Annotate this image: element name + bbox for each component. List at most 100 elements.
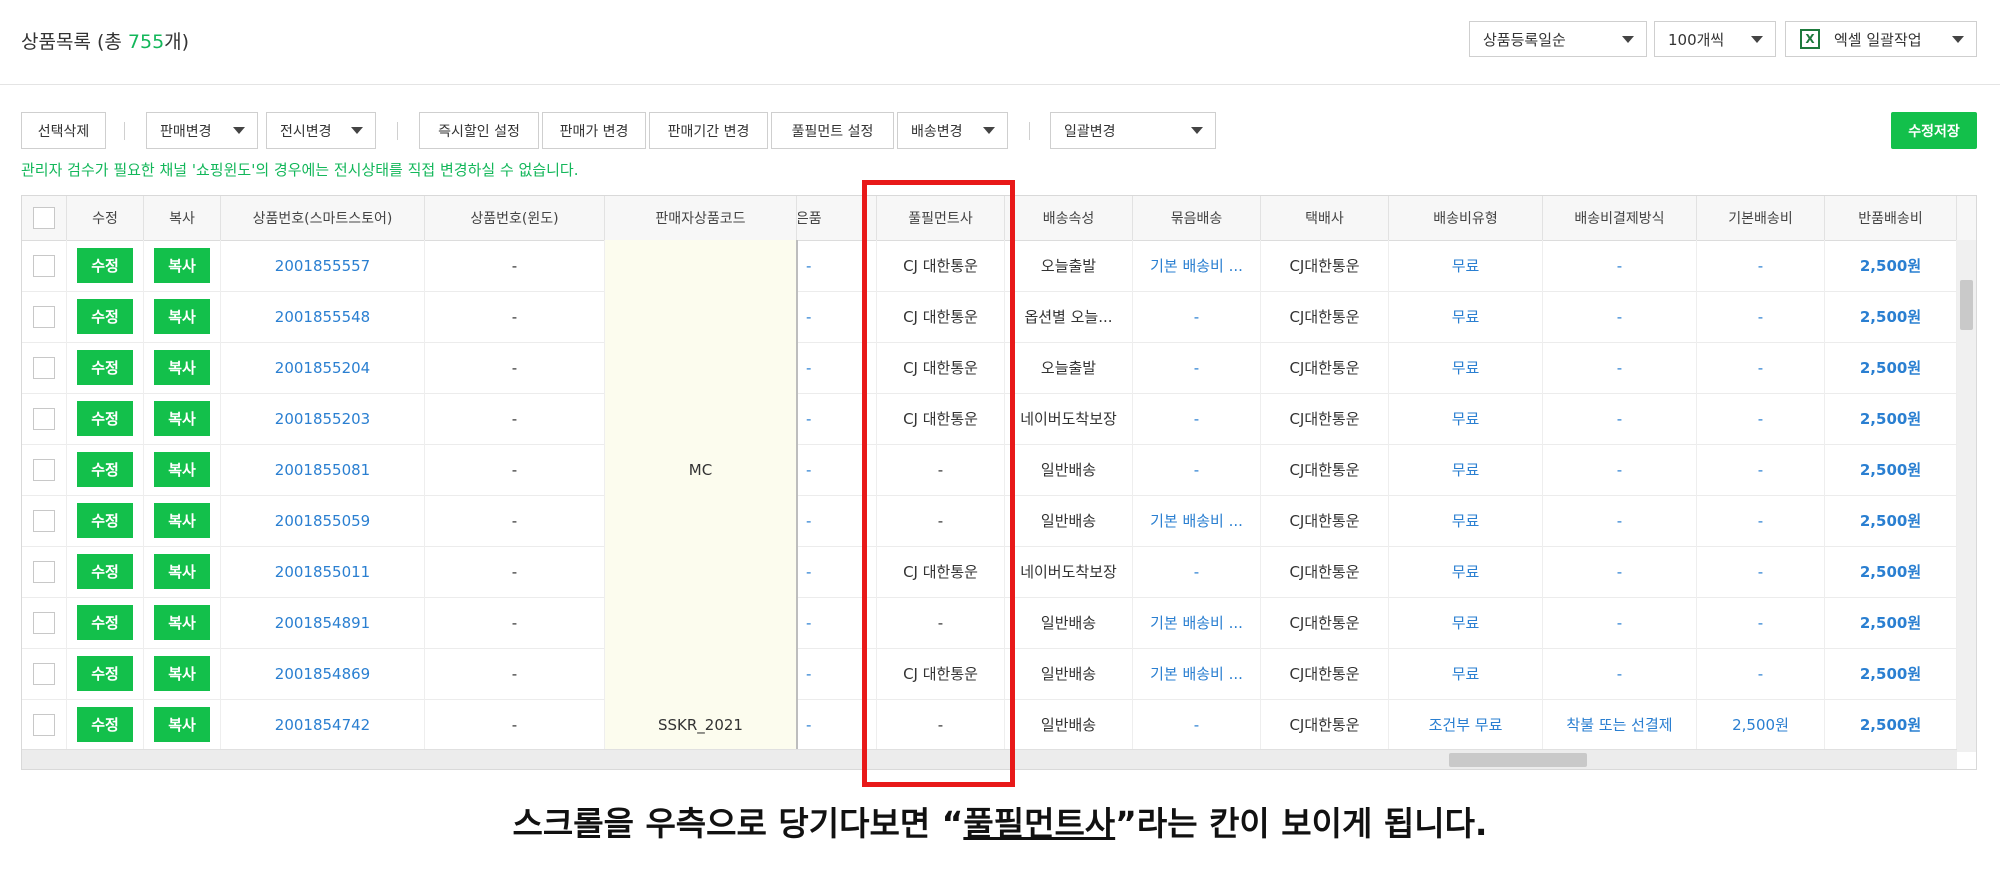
shipping-fee-type-link[interactable]: 무료 (1389, 393, 1543, 444)
copy-button[interactable]: 복사 (154, 707, 210, 742)
edit-button[interactable]: 수정 (77, 350, 133, 385)
frozen-column-divider (796, 240, 798, 752)
copy-button[interactable]: 복사 (154, 350, 210, 385)
col-product-no-smartstore[interactable]: 상품번호(스마트스토어) (221, 196, 425, 240)
bundle-shipping-link[interactable]: 기본 배송비 ... (1133, 597, 1261, 648)
base-fee-link[interactable]: 2,500원 (1697, 699, 1825, 750)
row-checkbox[interactable] (33, 356, 55, 379)
edit-button[interactable]: 수정 (77, 503, 133, 538)
col-base-fee[interactable]: 기본배송비 (1697, 196, 1825, 240)
bundle-shipping-link[interactable]: 기본 배송비 ... (1133, 495, 1261, 546)
return-fee-link[interactable]: 2,500원 (1825, 648, 1957, 699)
return-fee-link[interactable]: 2,500원 (1825, 699, 1957, 750)
shipping-fee-type-link[interactable]: 무료 (1389, 495, 1543, 546)
edit-button[interactable]: 수정 (77, 452, 133, 487)
col-courier[interactable]: 택배사 (1261, 196, 1389, 240)
copy-button[interactable]: 복사 (154, 605, 210, 640)
return-fee-link[interactable]: 2,500원 (1825, 597, 1957, 648)
excel-bulk-select[interactable]: X 엑셀 일괄작업 (1785, 21, 1977, 57)
col-seller-code[interactable]: 판매자상품코드 (605, 196, 797, 240)
row-checkbox[interactable] (33, 713, 55, 736)
copy-button[interactable]: 복사 (154, 554, 210, 589)
return-fee-link[interactable]: 2,500원 (1825, 291, 1957, 342)
vertical-scrollbar[interactable] (1957, 240, 1976, 752)
bulk-change-dropdown[interactable]: 일괄변경 (1050, 112, 1216, 149)
change-display-dropdown[interactable]: 전시변경 (266, 112, 376, 149)
shipping-fee-type-link[interactable]: 무료 (1389, 648, 1543, 699)
edit-button[interactable]: 수정 (77, 554, 133, 589)
edit-button[interactable]: 수정 (77, 605, 133, 640)
shipping-fee-type-link[interactable]: 무료 (1389, 291, 1543, 342)
product-no-link[interactable]: 2001855204 (221, 342, 425, 393)
product-no-link[interactable]: 2001854869 (221, 648, 425, 699)
return-fee-link[interactable]: 2,500원 (1825, 240, 1957, 291)
notice-text: 관리자 검수가 필요한 채널 '쇼핑윈도'의 경우에는 전시상태를 직접 변경하… (21, 161, 579, 179)
row-checkbox[interactable] (33, 662, 55, 685)
vertical-scroll-thumb[interactable] (1960, 280, 1973, 330)
return-fee-link[interactable]: 2,500원 (1825, 444, 1957, 495)
product-no-link[interactable]: 2001855557 (221, 240, 425, 291)
select-all-checkbox[interactable] (33, 207, 55, 229)
edit-button[interactable]: 수정 (77, 401, 133, 436)
edit-button[interactable]: 수정 (77, 299, 133, 334)
col-product-no-window[interactable]: 상품번호(윈도) (425, 196, 605, 240)
instant-discount-button[interactable]: 즉시할인 설정 (419, 112, 539, 149)
product-no-link[interactable]: 2001855203 (221, 393, 425, 444)
col-shipping-payment[interactable]: 배송비결제방식 (1543, 196, 1697, 240)
delete-selected-button[interactable]: 선택삭제 (21, 112, 106, 149)
copy-button[interactable]: 복사 (154, 299, 210, 334)
shipping-fee-type-link[interactable]: 무료 (1389, 444, 1543, 495)
bundle-shipping-link[interactable]: 기본 배송비 ... (1133, 648, 1261, 699)
shipping-payment-link[interactable]: 착불 또는 선결제 (1543, 699, 1697, 750)
save-changes-button[interactable]: 수정저장 (1891, 112, 1977, 149)
row-checkbox[interactable] (33, 254, 55, 277)
col-bundle-shipping[interactable]: 묶음배송 (1133, 196, 1261, 240)
change-shipping-dropdown[interactable]: 배송변경 (897, 112, 1008, 149)
col-shipping-attr[interactable]: 배송속성 (1005, 196, 1133, 240)
horizontal-scroll-thumb[interactable] (1449, 753, 1587, 767)
shipping-attr-cell: 네이버도착보장 (1005, 546, 1133, 597)
return-fee-link[interactable]: 2,500원 (1825, 393, 1957, 444)
window-no-cell: - (425, 291, 605, 342)
fulfillment-setting-button[interactable]: 풀필먼트 설정 (771, 112, 894, 149)
shipping-fee-type-link[interactable]: 무료 (1389, 240, 1543, 291)
shipping-attr-cell: 네이버도착보장 (1005, 393, 1133, 444)
window-no-cell: - (425, 546, 605, 597)
edit-button[interactable]: 수정 (77, 707, 133, 742)
return-fee-link[interactable]: 2,500원 (1825, 342, 1957, 393)
product-no-link[interactable]: 2001854742 (221, 699, 425, 750)
shipping-fee-type-link[interactable]: 무료 (1389, 597, 1543, 648)
product-no-link[interactable]: 2001855081 (221, 444, 425, 495)
chevron-down-icon (1751, 36, 1763, 43)
product-no-link[interactable]: 2001855011 (221, 546, 425, 597)
return-fee-link[interactable]: 2,500원 (1825, 546, 1957, 597)
product-no-link[interactable]: 2001855548 (221, 291, 425, 342)
copy-button[interactable]: 복사 (154, 401, 210, 436)
col-return-fee[interactable]: 반품배송비 (1825, 196, 1957, 240)
sort-select[interactable]: 상품등록일순 (1469, 21, 1647, 57)
product-no-link[interactable]: 2001854891 (221, 597, 425, 648)
product-no-link[interactable]: 2001855059 (221, 495, 425, 546)
copy-button[interactable]: 복사 (154, 656, 210, 691)
edit-button[interactable]: 수정 (77, 656, 133, 691)
change-period-button[interactable]: 판매기간 변경 (649, 112, 768, 149)
row-checkbox[interactable] (33, 407, 55, 430)
page-size-select[interactable]: 100개씩 (1654, 21, 1776, 57)
change-price-button[interactable]: 판매가 변경 (542, 112, 646, 149)
row-checkbox[interactable] (33, 458, 55, 481)
bundle-shipping-link[interactable]: 기본 배송비 ... (1133, 240, 1261, 291)
row-checkbox[interactable] (33, 509, 55, 532)
shipping-fee-type-link[interactable]: 무료 (1389, 546, 1543, 597)
row-checkbox[interactable] (33, 611, 55, 634)
shipping-fee-type-link[interactable]: 조건부 무료 (1389, 699, 1543, 750)
row-checkbox[interactable] (33, 560, 55, 583)
return-fee-link[interactable]: 2,500원 (1825, 495, 1957, 546)
copy-button[interactable]: 복사 (154, 503, 210, 538)
copy-button[interactable]: 복사 (154, 452, 210, 487)
shipping-fee-type-link[interactable]: 무료 (1389, 342, 1543, 393)
edit-button[interactable]: 수정 (77, 248, 133, 283)
copy-button[interactable]: 복사 (154, 248, 210, 283)
col-shipping-fee-type[interactable]: 배송비유형 (1389, 196, 1543, 240)
change-sale-dropdown[interactable]: 판매변경 (146, 112, 258, 149)
row-checkbox[interactable] (33, 305, 55, 328)
